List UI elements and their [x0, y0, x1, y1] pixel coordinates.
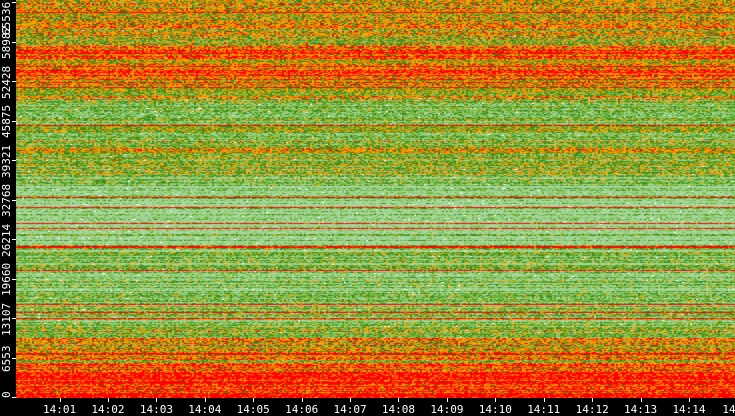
x-tick-mark: [107, 398, 109, 402]
x-tick-mark: [398, 398, 400, 402]
y-tick-label: 26214: [0, 223, 13, 257]
x-tick-mark: [592, 398, 594, 402]
x-tick-label: 14:08: [381, 403, 416, 416]
y-tick-label: 32768: [0, 183, 13, 217]
y-tick-label: 13107: [0, 302, 13, 336]
x-tick-label: 14:01: [43, 403, 77, 416]
x-tick-mark: [640, 398, 642, 402]
heatmap-canvas: [16, 0, 735, 398]
x-tick-label: 14:14: [672, 403, 706, 416]
x-tick-mark: [495, 398, 497, 402]
y-tick-label: 65536: [0, 1, 13, 35]
y-tick-label: 6553: [0, 345, 13, 372]
x-tick-mark: [446, 398, 448, 402]
y-tick-label: 19660: [0, 262, 13, 296]
x-tick-label: 14:02: [91, 403, 125, 416]
x-tick-mark: [253, 398, 255, 402]
x-tick-label: 14: [722, 403, 735, 416]
x-tick-label: 14:06: [285, 403, 319, 416]
x-tick-label: 14:11: [527, 403, 561, 416]
x-tick-label: 14:05: [236, 403, 270, 416]
y-tick-label: 39321: [0, 144, 13, 178]
x-tick-label: 14:04: [188, 403, 222, 416]
x-tick-mark: [543, 398, 545, 402]
x-tick-label: 14:09: [430, 403, 464, 416]
y-tick-label: 52428: [0, 65, 13, 99]
x-tick-mark: [301, 398, 303, 402]
x-tick-mark: [59, 398, 61, 402]
y-tick-label: 0: [0, 391, 13, 398]
x-tick-mark: [689, 398, 690, 402]
x-tick-mark: [350, 398, 352, 402]
x-tick-mark: [156, 398, 158, 402]
x-tick-mark: [204, 398, 206, 402]
y-tick-label: 45875: [0, 104, 13, 138]
x-tick-label: 14:13: [624, 403, 658, 416]
x-tick-label: 14:12: [575, 403, 609, 416]
x-tick-label: 14:07: [333, 403, 367, 416]
x-tick-label: 14:10: [478, 403, 512, 416]
x-tick-label: 14:03: [139, 403, 173, 416]
